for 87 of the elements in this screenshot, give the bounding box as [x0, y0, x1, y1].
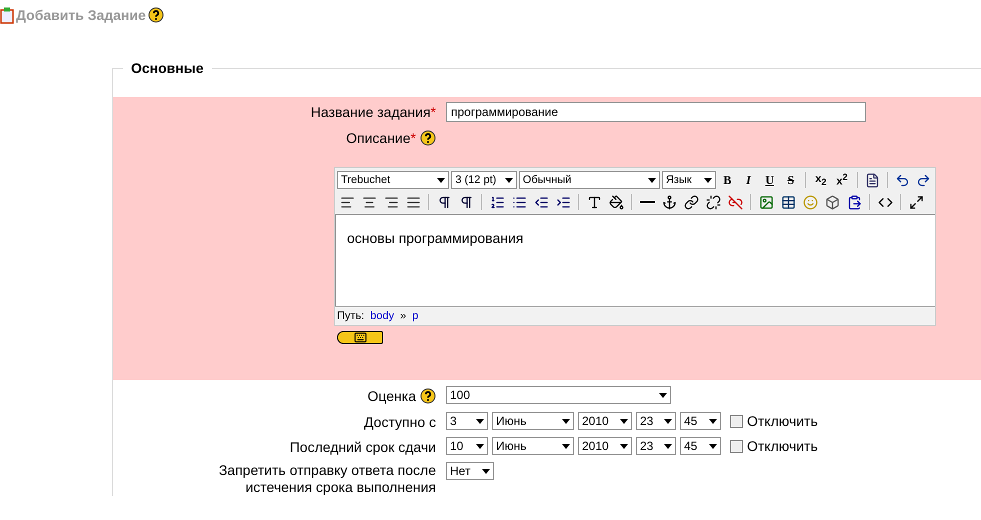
toolbar-select[interactable]: Trebuchet — [337, 171, 450, 189]
caret-icon — [620, 444, 628, 448]
link-off-icon — [728, 194, 742, 210]
day-select[interactable]: 3 — [446, 412, 488, 430]
field-label: Название задания* — [310, 103, 436, 122]
year-select[interactable]: 2010 — [578, 437, 632, 455]
smiley-icon — [802, 194, 818, 210]
path-separator: » — [400, 310, 406, 322]
field-label: Запретить отправку ответа после истечения срока выполнения — [218, 462, 436, 496]
hour-select[interactable]: 23 — [636, 437, 676, 455]
field-label: Описание* — [346, 129, 416, 148]
field-label: Доступно с — [364, 413, 436, 432]
horizontal-line-icon — [640, 201, 654, 203]
paint-bucket-icon — [608, 194, 624, 210]
align-right-icon — [384, 194, 398, 210]
section-legend: Основные — [123, 60, 212, 76]
keyboard-icon — [354, 331, 366, 344]
checkbox-label: Отключить — [747, 438, 818, 454]
caret-icon — [709, 444, 717, 448]
path-label: Путь: — [337, 310, 364, 322]
image-icon — [758, 194, 774, 210]
toolbar-select[interactable]: Язык — [662, 171, 716, 189]
caret-icon — [437, 178, 446, 182]
outdent-icon — [534, 194, 548, 210]
link-icon — [684, 194, 698, 210]
text-color-icon — [586, 194, 602, 210]
caret-icon — [620, 418, 628, 424]
caret-icon — [709, 418, 717, 424]
caret-icon — [476, 444, 484, 448]
align-justify-icon — [406, 194, 420, 210]
numbered-list-icon — [490, 194, 504, 210]
help-icon[interactable] — [420, 388, 436, 404]
paste-icon — [846, 194, 862, 210]
caret-icon — [476, 418, 484, 424]
caret-icon — [664, 444, 672, 448]
field-label: Последний срок сдачи — [290, 438, 436, 457]
year-select[interactable]: 2010 — [578, 412, 632, 430]
help-icon[interactable] — [148, 7, 164, 23]
italic-button[interactable]: I — [738, 170, 758, 190]
help-icon[interactable] — [420, 130, 436, 146]
day-select[interactable]: 10 — [446, 437, 488, 455]
undo-icon — [894, 172, 910, 188]
assignment-name-input[interactable]: программирование — [446, 102, 866, 122]
late-submission-select[interactable]: Нет — [446, 462, 494, 480]
checkbox-label: Отключить — [747, 413, 818, 429]
caret-icon — [562, 418, 570, 424]
bold-button[interactable]: B — [718, 170, 737, 190]
pilcrow-icon — [436, 194, 452, 210]
month-select[interactable]: Июнь — [492, 437, 574, 455]
superscript-button[interactable]: x$^{2}$ — [832, 170, 852, 190]
grade-select[interactable]: 100 — [446, 386, 671, 404]
subscript-button[interactable]: x$_{2}$ — [811, 170, 830, 190]
bullet-list-icon — [512, 194, 526, 210]
keyboard-help-button[interactable] — [337, 331, 383, 344]
caret-icon — [562, 444, 570, 448]
clipboard-icon — [0, 6, 14, 24]
path-link[interactable]: body — [370, 310, 394, 322]
caret-icon — [659, 392, 667, 398]
minute-select[interactable]: 45 — [680, 437, 721, 455]
page-title: Добавить Задание — [16, 7, 146, 23]
indent-icon — [556, 194, 570, 210]
minute-select[interactable]: 45 — [680, 412, 721, 430]
caret-icon — [664, 418, 672, 424]
pilcrow-icon — [458, 194, 474, 210]
redo-icon — [916, 172, 931, 188]
unlink-icon — [706, 194, 720, 210]
path-link[interactable]: p — [412, 310, 418, 322]
toolbar-select[interactable]: 3 (12 pt) — [451, 171, 517, 189]
field-label: Оценка — [368, 387, 416, 406]
anchor-icon — [662, 194, 676, 210]
underline-button[interactable]: U — [760, 170, 780, 190]
align-center-icon — [362, 194, 376, 210]
hour-select[interactable]: 23 — [636, 412, 676, 430]
caret-icon — [648, 178, 656, 182]
word-document-icon — [864, 172, 880, 188]
align-left-icon — [340, 194, 354, 210]
toolbar-select[interactable]: Обычный — [518, 171, 660, 189]
checkbox[interactable] — [730, 414, 743, 428]
checkbox[interactable] — [730, 440, 743, 452]
caret-icon — [482, 468, 490, 474]
month-select[interactable]: Июнь — [492, 412, 574, 430]
caret-icon — [504, 178, 513, 182]
cube-icon — [824, 194, 840, 210]
caret-icon — [704, 178, 712, 182]
strikethrough-button[interactable]: S — [781, 170, 800, 190]
fullscreen-icon — [908, 194, 924, 210]
table-icon — [780, 194, 796, 210]
